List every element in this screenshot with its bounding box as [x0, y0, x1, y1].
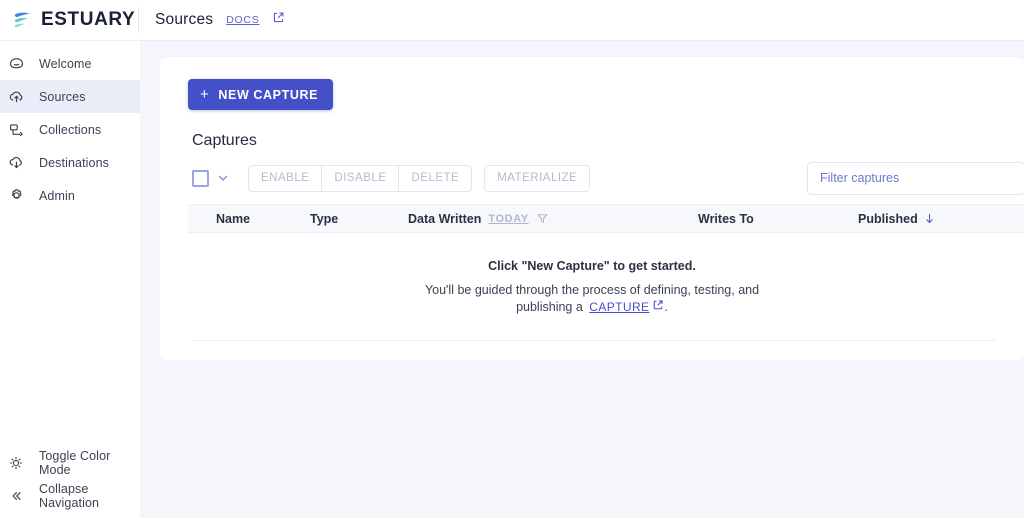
sidebar-item-sources[interactable]: Sources [0, 80, 140, 113]
captures-toolbar: ENABLE DISABLE DELETE MATERIALIZE Filter… [188, 161, 1024, 195]
column-header-writes-to[interactable]: Writes To [698, 212, 858, 226]
app-body: Welcome Sources Collections Destinations… [0, 41, 1024, 518]
empty-state-line2-suffix: . [664, 299, 668, 314]
plus-icon: + [200, 86, 210, 103]
brand-name: ESTUARY [41, 9, 136, 30]
data-written-today-chip[interactable]: TODAY [488, 213, 528, 225]
captures-table: Name Type Data Written TODAY Writes To P… [188, 204, 1024, 342]
materialize-button[interactable]: MATERIALIZE [484, 164, 591, 192]
empty-state-line2-prefix: publishing a [516, 299, 583, 314]
external-link-icon[interactable] [652, 299, 664, 316]
docs-link[interactable]: DOCS [226, 14, 259, 26]
select-all-control[interactable] [188, 169, 230, 187]
empty-state: Click "New Capture" to get started. You'… [188, 233, 996, 316]
column-header-name[interactable]: Name [192, 212, 310, 226]
collapse-navigation-button[interactable]: Collapse Navigation [0, 479, 140, 512]
cloud-upload-icon [5, 86, 27, 108]
sidebar-item-admin[interactable]: Admin [0, 179, 140, 212]
enable-button[interactable]: ENABLE [248, 164, 323, 192]
sidebar-primary-nav: Welcome Sources Collections Destinations… [0, 47, 140, 212]
app-root: ESTUARY Sources DOCS Welcome Sources Col… [0, 0, 1024, 518]
sidebar-item-label: Welcome [39, 56, 92, 71]
brand-logo[interactable]: ESTUARY [0, 9, 138, 31]
filter-captures-field[interactable]: Filter captures [807, 161, 1024, 195]
disable-button[interactable]: DISABLE [322, 164, 400, 192]
sidebar: Welcome Sources Collections Destinations… [0, 41, 140, 518]
sidebar-item-destinations[interactable]: Destinations [0, 146, 140, 179]
empty-state-title: Click "New Capture" to get started. [488, 259, 696, 273]
captures-card: + NEW CAPTURE Captures ENABLE DISABLE DE… [160, 57, 1024, 360]
bulk-actions-group: ENABLE DISABLE DELETE [248, 164, 473, 192]
column-header-published[interactable]: Published [858, 212, 936, 226]
home-icon [5, 53, 27, 75]
sidebar-item-label: Admin [39, 188, 75, 203]
column-header-data-written-label: Data Written [408, 211, 482, 226]
sidebar-item-collections[interactable]: Collections [0, 113, 140, 146]
page-title: Sources [155, 11, 214, 28]
chevron-down-icon[interactable] [216, 171, 230, 185]
estuary-logo-icon [12, 9, 34, 31]
cloud-download-icon [5, 152, 27, 174]
column-header-published-label: Published [858, 211, 918, 226]
sidebar-item-welcome[interactable]: Welcome [0, 47, 140, 80]
column-header-type[interactable]: Type [310, 212, 408, 226]
main-content: + NEW CAPTURE Captures ENABLE DISABLE DE… [140, 41, 1024, 518]
captures-heading: Captures [192, 132, 257, 149]
empty-state-description: You'll be guided through the process of … [188, 282, 996, 316]
toggle-color-mode-button[interactable]: Toggle Color Mode [0, 446, 140, 479]
gear-icon [5, 185, 27, 207]
top-bar: ESTUARY Sources DOCS [0, 0, 1024, 41]
new-capture-label: NEW CAPTURE [218, 87, 319, 102]
table-header-row: Name Type Data Written TODAY Writes To P… [188, 204, 1024, 233]
table-bottom-divider [192, 340, 996, 342]
toggle-color-mode-label: Toggle Color Mode [39, 448, 111, 477]
topbar-title-group: Sources DOCS [139, 11, 285, 29]
select-all-checkbox[interactable] [192, 169, 209, 187]
collapse-navigation-label: Collapse Navigation [39, 481, 100, 510]
double-chevron-left-icon [5, 485, 27, 507]
capture-docs-link[interactable]: CAPTURE [589, 300, 649, 314]
arrow-down-icon[interactable] [923, 212, 936, 225]
collections-icon [5, 119, 27, 141]
sidebar-item-label: Sources [39, 89, 86, 104]
funnel-icon[interactable] [536, 212, 549, 225]
column-header-data-written[interactable]: Data Written TODAY [408, 212, 698, 226]
new-capture-button[interactable]: + NEW CAPTURE [188, 79, 334, 110]
empty-state-line1: You'll be guided through the process of … [424, 283, 760, 297]
sidebar-footer-nav: Toggle Color Mode Collapse Navigation [0, 446, 140, 518]
sidebar-item-label: Collections [39, 122, 102, 137]
filter-captures-placeholder: Filter captures [820, 171, 900, 185]
sun-icon [5, 452, 27, 474]
delete-button[interactable]: DELETE [399, 164, 473, 192]
external-link-icon[interactable] [272, 11, 285, 29]
sidebar-item-label: Destinations [39, 155, 109, 170]
